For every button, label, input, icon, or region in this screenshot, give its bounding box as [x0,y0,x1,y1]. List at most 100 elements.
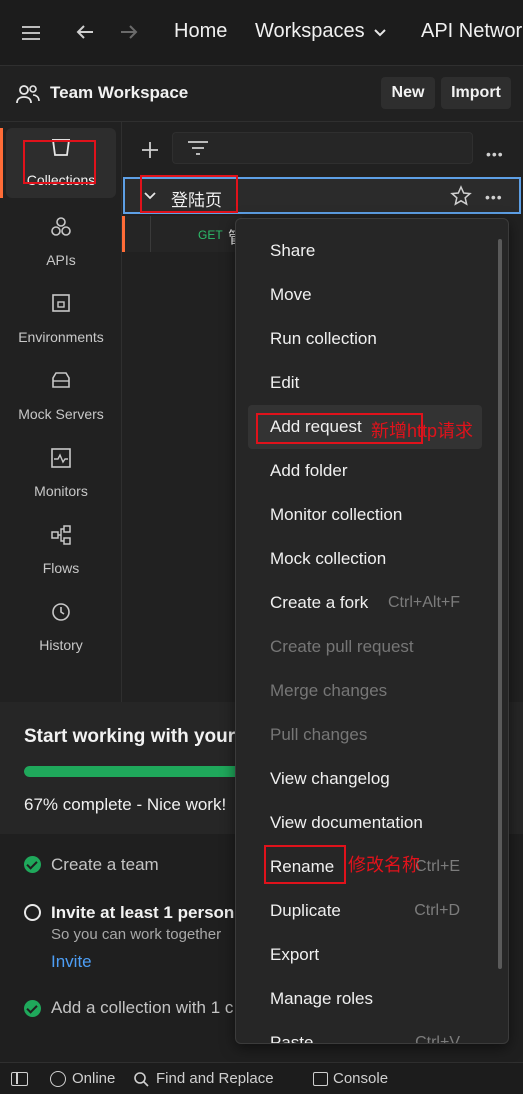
history-icon [50,601,72,623]
onboarding-title: Start working with your [24,726,236,747]
sidebar-item-flows[interactable]: Flows [6,516,116,586]
context-menu: Share Move Run collection Edit Add request Ad… [235,218,509,1044]
menu-item-label: Run collection [270,329,377,348]
chevron-down-icon[interactable] [373,26,387,40]
mock-servers-icon [50,370,72,392]
menu-item-shortcut: Ctrl+D [414,902,460,919]
menu-item-edit[interactable]: Edit [236,361,508,405]
menu-item-manage-roles[interactable]: Manage roles [236,977,508,1021]
add-request-annotation: 新增http请求 [371,421,474,441]
rename-annotation: 修改名称 [348,855,420,875]
menu-item-paste[interactable]: Paste Ctrl+V [236,1021,508,1044]
menu-item-export[interactable]: Export [236,933,508,977]
menu-item-move[interactable]: Move [236,273,508,317]
menu-item-label: Share [270,241,316,260]
menu-scrollbar[interactable] [498,239,502,969]
menu-item-merge-changes: Merge changes [236,669,508,713]
radio-icon[interactable] [24,904,41,921]
invite-link[interactable]: Invite [51,952,92,972]
sidebar-item-monitors[interactable]: Monitors [6,439,116,509]
sidebar-item-mock-servers[interactable]: Mock Servers [6,362,116,432]
task-add-collection: Add a collection with 1 c [51,998,234,1017]
monitors-icon [50,447,72,469]
team-icon [16,83,40,105]
menu-item-shortcut: Ctrl+E [415,858,460,875]
back-arrow-icon[interactable] [73,20,97,44]
star-icon[interactable] [450,185,472,207]
menu-item-run-collection[interactable]: Run collection [236,317,508,361]
collections-redbox [23,140,96,184]
rename-redbox [264,845,346,884]
forward-arrow-icon[interactable] [117,20,141,44]
more-options-icon[interactable]: ••• [486,146,504,162]
menu-item-pull-changes: Pull changes [236,713,508,757]
top-bar: Home Workspaces API Network [0,0,523,66]
task-invite-sub: So you can work together [51,926,222,943]
nav-api-network[interactable]: API Network [421,20,523,43]
nav-home[interactable]: Home [174,20,227,43]
flows-icon [50,524,72,546]
new-button[interactable]: New [381,77,435,109]
request-method: GET [198,228,223,242]
apis-icon [50,216,72,238]
menu-item-label: Export [270,945,320,964]
collection-name-redbox [140,175,238,213]
check-icon [24,856,41,873]
online-icon [50,1071,66,1087]
online-status[interactable]: Online [72,1070,115,1087]
progress-text: 67% complete - Nice work! [24,795,227,814]
sidebar: Collections APIs Environments Mock Serve… [0,122,122,702]
menu-item-label: Mock collection [270,549,387,568]
collection-more-icon[interactable]: ••• [485,189,503,205]
menu-item-label: Merge changes [270,681,388,700]
sidebar-item-label: Flows [42,560,80,576]
menu-item-label: Duplicate [270,901,341,920]
menu-item-label: Paste [270,1033,314,1044]
environments-icon [50,293,72,315]
menu-item-shortcut: Ctrl+V [415,1034,460,1044]
workspace-bar: Team Workspace New Import [0,66,523,122]
menu-item-label: Create pull request [270,637,414,656]
sidebar-item-label: Monitors [34,483,88,499]
search-icon [133,1071,149,1087]
menu-item-create-pull-request: Create pull request [236,625,508,669]
console-icon [313,1072,328,1086]
menu-item-monitor-collection[interactable]: Monitor collection [236,493,508,537]
menu-item-share[interactable]: Share [236,229,508,273]
filter-input[interactable] [172,132,473,164]
sidebar-item-environments[interactable]: Environments [6,285,116,355]
menu-item-label: Monitor collection [270,505,403,524]
sidebar-item-label: APIs [46,252,76,268]
sidebar-toggle-icon[interactable] [11,1072,28,1086]
menu-item-create-a-fork[interactable]: Create a fork Ctrl+Alt+F [236,581,508,625]
menu-item-view-changelog[interactable]: View changelog [236,757,508,801]
sidebar-item-apis[interactable]: APIs [6,208,116,278]
request-row[interactable]: GET 管 [122,216,244,252]
hamburger-menu-icon[interactable] [22,24,42,42]
menu-item-label: View changelog [270,769,390,788]
sidebar-item-history[interactable]: History [6,593,116,663]
menu-item-label: View documentation [270,813,423,832]
menu-item-label: Move [270,285,312,304]
workspace-name[interactable]: Team Workspace [50,83,188,103]
menu-item-add-folder[interactable]: Add folder [236,449,508,493]
menu-item-label: Edit [270,373,300,392]
menu-item-mock-collection[interactable]: Mock collection [236,537,508,581]
menu-item-shortcut: Ctrl+Alt+F [387,594,460,611]
menu-item-label: Manage roles [270,989,374,1008]
sidebar-item-label: Mock Servers [18,406,104,422]
find-and-replace-button[interactable]: Find and Replace [156,1070,274,1087]
menu-item-duplicate[interactable]: Duplicate Ctrl+D [236,889,508,933]
import-button[interactable]: Import [441,77,511,109]
status-bar: Online Find and Replace Console [0,1062,523,1094]
menu-item-label: Pull changes [270,725,368,744]
plus-icon[interactable] [140,140,160,160]
filter-icon [187,140,209,156]
console-button[interactable]: Console [333,1070,388,1087]
menu-item-view-documentation[interactable]: View documentation [236,801,508,845]
sidebar-item-label: Environments [18,329,104,345]
menu-item-label: Add folder [270,461,348,480]
task-invite: Invite at least 1 person [51,903,235,922]
nav-workspaces[interactable]: Workspaces [255,20,365,43]
menu-item-label: Create a fork [270,593,369,612]
